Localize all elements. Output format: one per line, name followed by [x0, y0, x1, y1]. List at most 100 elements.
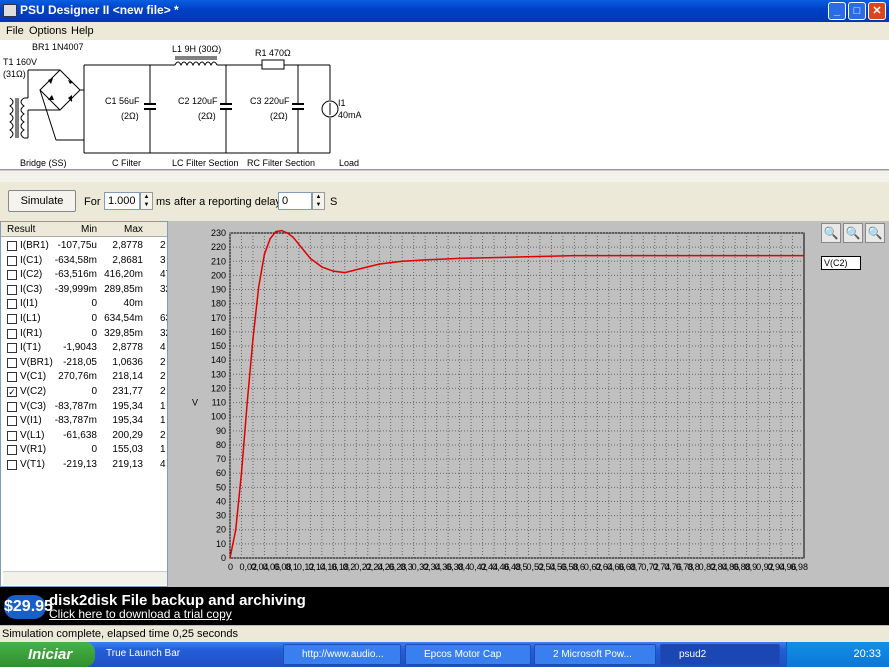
result-row[interactable]: V(T1) -219,13 219,13 4 — [1, 458, 167, 473]
banner-link[interactable]: Click here to download a trial copy — [49, 607, 232, 621]
min-col-header[interactable]: Min — [81, 224, 97, 235]
result-min: -219,13 — [63, 459, 97, 470]
result-row[interactable]: I(I1) 0 40m — [1, 297, 167, 312]
duration-input[interactable]: 1.000 — [104, 192, 140, 210]
y-tick-label: 230 — [211, 228, 226, 238]
c3-res: (2Ω) — [270, 111, 288, 121]
result-max: 289,85m — [104, 283, 143, 295]
result-checkbox[interactable] — [7, 343, 17, 354]
result-min: -39,999m — [54, 283, 97, 295]
zoom-in-icon[interactable]: 🔍 — [821, 223, 841, 243]
result-row[interactable]: V(I1) -83,787m 195,34 1 — [1, 414, 167, 429]
data-point — [269, 237, 271, 240]
result-checkbox[interactable] — [7, 357, 17, 368]
result-checkbox[interactable] — [7, 372, 17, 383]
quicklaunch-label[interactable]: True Launch Bar — [106, 648, 180, 659]
taskbar-item-psud2[interactable]: psud2 — [660, 644, 780, 665]
result-min: -107,75u — [57, 240, 97, 251]
menu-help[interactable]: Help — [71, 25, 94, 37]
result-name: I(R1) — [20, 327, 43, 339]
bridge-symbol[interactable] — [39, 69, 81, 111]
c3-capacitor[interactable] — [292, 65, 304, 153]
result-col-header[interactable]: Result — [7, 224, 35, 235]
y-tick-label: 140 — [211, 355, 226, 365]
delay-spinner[interactable]: ▲ ▼ — [312, 192, 325, 210]
voltage-chart[interactable]: 0 10 20 30 40 50 60 70 80 90 100 110 120 130 140 150 160… — [168, 221, 889, 587]
result-name: I(T1) — [20, 342, 42, 354]
result-row[interactable]: I(T1) -1,9043 2,8778 4 — [1, 341, 167, 356]
result-checkbox[interactable] — [7, 284, 17, 295]
schematic-scrollbar[interactable] — [0, 170, 889, 182]
data-point — [631, 254, 633, 257]
result-row[interactable]: ✓ V(C2) 0 231,77 2 — [1, 385, 167, 400]
start-button[interactable]: Iniciar — [0, 642, 95, 667]
c2-capacitor[interactable] — [220, 65, 232, 153]
result-checkbox[interactable] — [7, 430, 17, 441]
result-min: -83,787m — [54, 415, 97, 427]
r1-resistor[interactable] — [261, 59, 285, 70]
result-name: I(L1) — [20, 313, 41, 324]
result-row[interactable]: V(R1) 0 155,03 1 — [1, 443, 167, 458]
result-checkbox[interactable] — [7, 401, 17, 412]
result-checkbox[interactable] — [7, 241, 17, 251]
delay-input[interactable]: 0 — [278, 192, 312, 210]
clock[interactable]: 20:33 — [853, 648, 881, 660]
result-checkbox[interactable] — [7, 299, 17, 310]
result-row[interactable]: V(L1) -61,638 200,29 2 — [1, 429, 167, 444]
result-checkbox[interactable] — [7, 460, 17, 470]
y-tick-label: 30 — [216, 511, 226, 521]
y-tick-label: 130 — [211, 369, 226, 379]
result-row[interactable]: I(C2) -63,516m 416,20m 47! — [1, 268, 167, 283]
taskbar-item-browser[interactable]: http://www.audio... — [283, 644, 401, 665]
data-point — [378, 263, 381, 265]
schematic-panel: T1 160V (31Ω) BR1 1N4007 Bridge (SS) C1 … — [0, 40, 889, 170]
result-checkbox[interactable] — [7, 445, 17, 456]
taskbar-item-powerpoint[interactable]: 2 Microsoft Pow... — [534, 644, 656, 665]
result-row[interactable]: V(BR1) -218,05 1,0636 2 — [1, 356, 167, 371]
data-point — [516, 256, 518, 258]
result-extra: 3 — [160, 254, 166, 266]
ms-label: ms — [156, 196, 171, 208]
title-bar: PSU Designer II <new file> * _ □ ✕ — [0, 0, 889, 22]
result-row[interactable]: I(L1) 0 634,54m 63 — [1, 312, 167, 327]
result-extra: 2 — [160, 371, 166, 383]
load-current-source[interactable] — [321, 65, 339, 153]
simulate-button[interactable]: Simulate — [8, 190, 76, 212]
result-min: 0 — [91, 327, 97, 339]
l1-inductor[interactable] — [174, 56, 218, 67]
menu-options[interactable]: Options — [29, 25, 67, 37]
ad-banner[interactable]: $29.95 disk2disk File backup and archivi… — [0, 587, 889, 625]
menu-file[interactable]: File — [6, 25, 24, 37]
transformer-symbol[interactable] — [9, 97, 25, 139]
results-scrollbar[interactable] — [3, 571, 167, 585]
result-row[interactable]: I(C1) -634,58m 2,8681 3 — [1, 254, 167, 269]
result-checkbox[interactable]: ✓ — [7, 387, 17, 397]
for-label: For — [84, 196, 101, 208]
maximize-button[interactable]: □ — [848, 2, 866, 20]
taskbar-item-epcos[interactable]: Epcos Motor Cap — [405, 644, 531, 665]
results-list[interactable]: Result Min Max I(BR1) -107,75u 2,8778 2 I(C1… — [0, 221, 168, 587]
max-col-header[interactable]: Max — [124, 224, 143, 235]
result-checkbox[interactable] — [7, 314, 17, 324]
result-row[interactable]: V(C1) 270,76m 218,14 2 — [1, 370, 167, 385]
data-point — [332, 270, 335, 272]
schematic-diagram[interactable]: T1 160V (31Ω) BR1 1N4007 Bridge (SS) C1 … — [0, 40, 889, 170]
menu-bar: File Options Help — [0, 22, 889, 40]
result-row[interactable]: I(R1) 0 329,85m 32! — [1, 327, 167, 342]
zoom-fit-icon[interactable]: 🔍 — [843, 223, 863, 243]
data-point — [286, 232, 289, 234]
zoom-out-icon[interactable]: 🔍 — [865, 223, 885, 243]
result-row[interactable]: V(C3) -83,787m 195,34 1 — [1, 400, 167, 415]
data-point — [280, 229, 283, 232]
result-checkbox[interactable] — [7, 328, 17, 339]
result-checkbox[interactable] — [7, 270, 17, 281]
result-row[interactable]: I(BR1) -107,75u 2,8778 2 — [1, 239, 167, 254]
l1-label: L1 9H (30Ω) — [172, 44, 221, 54]
close-button[interactable]: ✕ — [868, 2, 886, 20]
c1-capacitor[interactable] — [144, 65, 156, 153]
result-row[interactable]: I(C3) -39,999m 289,85m 32! — [1, 283, 167, 298]
result-checkbox[interactable] — [7, 255, 17, 266]
minimize-button[interactable]: _ — [828, 2, 846, 20]
duration-spinner[interactable]: ▲ ▼ — [140, 192, 153, 210]
result-checkbox[interactable] — [7, 416, 17, 427]
